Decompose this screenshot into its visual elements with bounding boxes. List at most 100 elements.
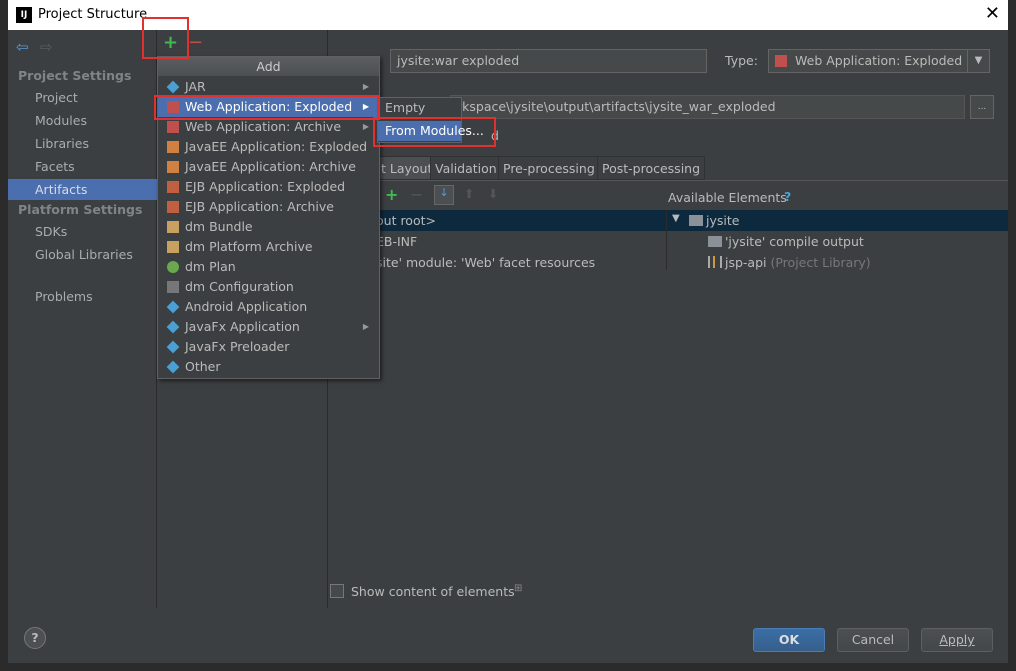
project-library-label: (Project Library) <box>770 255 871 270</box>
help-button[interactable]: ? <box>24 627 46 649</box>
javaee-icon <box>167 141 179 153</box>
menu-item-label: JavaFx Preloader <box>185 339 290 354</box>
menu-item[interactable]: JAR ▶ <box>158 77 379 97</box>
tab-output-layout[interactable]: t Layout <box>376 156 438 180</box>
menu-item-label: EJB Application: Archive <box>185 199 334 214</box>
chevron-down-icon[interactable]: ▼ <box>967 50 989 72</box>
output-directory-input[interactable]: rkspace\jysite\output\artifacts\jysite_w… <box>450 95 965 119</box>
submenu-arrow-icon: ▶ <box>362 82 369 91</box>
tree-web-inf[interactable]: EB-INF <box>376 231 417 252</box>
module-folder-icon <box>689 215 703 226</box>
window-title: Project Structure <box>38 7 148 22</box>
menu-item-label: EJB Application: Exploded <box>185 179 346 194</box>
available-root[interactable]: jysite <box>706 210 739 231</box>
highlight-from-modules <box>373 117 496 147</box>
available-compile-output[interactable]: 'jysite' compile output <box>725 231 864 252</box>
tab-post-processing[interactable]: Post-processing <box>597 156 706 180</box>
menu-item-label: JavaFx Application <box>185 319 300 334</box>
jar-icon <box>166 320 180 334</box>
menu-item[interactable]: JavaFx Preloader <box>158 337 379 357</box>
web-app-icon <box>167 121 179 133</box>
remove-artifact-button[interactable]: − <box>188 32 203 53</box>
menu-item-label: dm Bundle <box>185 219 253 234</box>
help-icon[interactable]: ? <box>784 189 791 204</box>
close-button[interactable]: ✕ <box>985 3 1000 24</box>
menu-item-label: dm Configuration <box>185 279 294 294</box>
app-logo: IJ <box>16 7 32 23</box>
move-up-icon[interactable]: ⬆ <box>464 186 474 201</box>
sidebar-item-problems[interactable]: Problems <box>8 286 157 307</box>
jar-icon <box>166 80 180 94</box>
more-icon[interactable]: ⊞ <box>514 583 522 594</box>
back-arrow-icon[interactable]: ⇦ <box>16 38 29 56</box>
menu-item[interactable]: JavaFx Application ▶ <box>158 317 379 337</box>
menu-item[interactable]: JavaEE Application: Archive <box>158 157 379 177</box>
move-down-icon[interactable]: ⬇ <box>488 186 498 201</box>
ejb-icon <box>167 201 179 213</box>
type-value: Web Application: Exploded <box>795 53 963 68</box>
browse-button[interactable]: ... <box>970 95 994 119</box>
menu-item-label: JavaEE Application: Exploded <box>185 139 368 154</box>
show-content-checkbox[interactable] <box>330 584 344 598</box>
menu-item[interactable]: Android Application <box>158 297 379 317</box>
menu-item-label: dm Plan <box>185 259 236 274</box>
artifact-name-input[interactable]: jysite:war exploded <box>390 49 707 73</box>
tree-facet-resources[interactable]: site' module: 'Web' facet resources <box>376 252 595 273</box>
sort-icon[interactable]: ↓ <box>434 185 454 205</box>
add-element-icon[interactable]: + <box>385 185 398 204</box>
menu-item[interactable]: Web Application: Archive ▶ <box>158 117 379 137</box>
sidebar-item-modules[interactable]: Modules <box>8 110 157 131</box>
sidebar: ⇦ ⇨ Project Settings Project Modules Lib… <box>8 30 157 608</box>
sidebar-item-facets[interactable]: Facets <box>8 156 157 177</box>
menu-item[interactable]: dm Platform Archive <box>158 237 379 257</box>
apply-button[interactable]: Apply <box>921 628 993 652</box>
menu-item-label: JAR <box>185 79 206 94</box>
menu-title: Add <box>158 57 379 76</box>
menu-item[interactable]: EJB Application: Archive <box>158 197 379 217</box>
web-app-icon <box>775 55 787 67</box>
menu-item-label: Android Application <box>185 299 308 314</box>
menu-item[interactable]: JavaEE Application: Exploded <box>158 137 379 157</box>
sidebar-item-artifacts[interactable]: Artifacts <box>8 179 157 200</box>
available-elements-title: Available Elements <box>668 190 787 205</box>
javaee-icon <box>167 161 179 173</box>
highlight-web-app-exploded <box>154 95 380 120</box>
section-project-settings: Project Settings <box>18 68 132 83</box>
splitter[interactable] <box>666 210 667 270</box>
forward-arrow-icon[interactable]: ⇨ <box>40 38 53 56</box>
highlight-add-button <box>142 17 189 59</box>
type-select[interactable]: Web Application: Exploded ▼ <box>768 49 990 73</box>
sidebar-item-sdks[interactable]: SDKs <box>8 221 157 242</box>
menu-item[interactable]: dm Configuration <box>158 277 379 297</box>
dm-plan-icon <box>167 261 179 273</box>
sidebar-item-libraries[interactable]: Libraries <box>8 133 157 154</box>
menu-item-label: Web Application: Archive <box>185 119 342 134</box>
tree-output-root[interactable]: out root> <box>376 210 436 231</box>
submenu-item-empty[interactable]: Empty <box>378 98 461 118</box>
sidebar-item-global-libraries[interactable]: Global Libraries <box>8 244 157 265</box>
tab-divider <box>328 180 1008 181</box>
type-label: Type: <box>725 53 758 68</box>
tab-pre-processing[interactable]: Pre-processing <box>498 156 600 180</box>
ok-button[interactable]: OK <box>753 628 825 652</box>
cancel-button[interactable]: Cancel <box>837 628 909 652</box>
dm-bundle-icon <box>167 221 179 233</box>
menu-item[interactable]: Other <box>158 357 379 377</box>
menu-item[interactable]: EJB Application: Exploded <box>158 177 379 197</box>
submenu-arrow-icon: ▶ <box>362 122 369 131</box>
jar-icon <box>166 340 180 354</box>
show-content-label: Show content of elements <box>351 584 515 599</box>
dm-config-icon <box>167 281 179 293</box>
remove-element-icon[interactable]: − <box>410 185 423 204</box>
menu-item[interactable]: dm Bundle <box>158 217 379 237</box>
jar-icon <box>166 360 180 374</box>
available-jsp-api[interactable]: jsp-api (Project Library) <box>725 252 871 273</box>
menu-item-label: JavaEE Application: Archive <box>185 159 356 174</box>
sidebar-item-project[interactable]: Project <box>8 87 157 108</box>
tab-validation[interactable]: Validation <box>430 156 502 180</box>
menu-item[interactable]: dm Plan <box>158 257 379 277</box>
menu-item-label: dm Platform Archive <box>185 239 313 254</box>
jar-icon <box>166 300 180 314</box>
expand-arrow-icon[interactable]: ▼ <box>672 213 680 224</box>
jsp-api-label: jsp-api <box>725 255 767 270</box>
